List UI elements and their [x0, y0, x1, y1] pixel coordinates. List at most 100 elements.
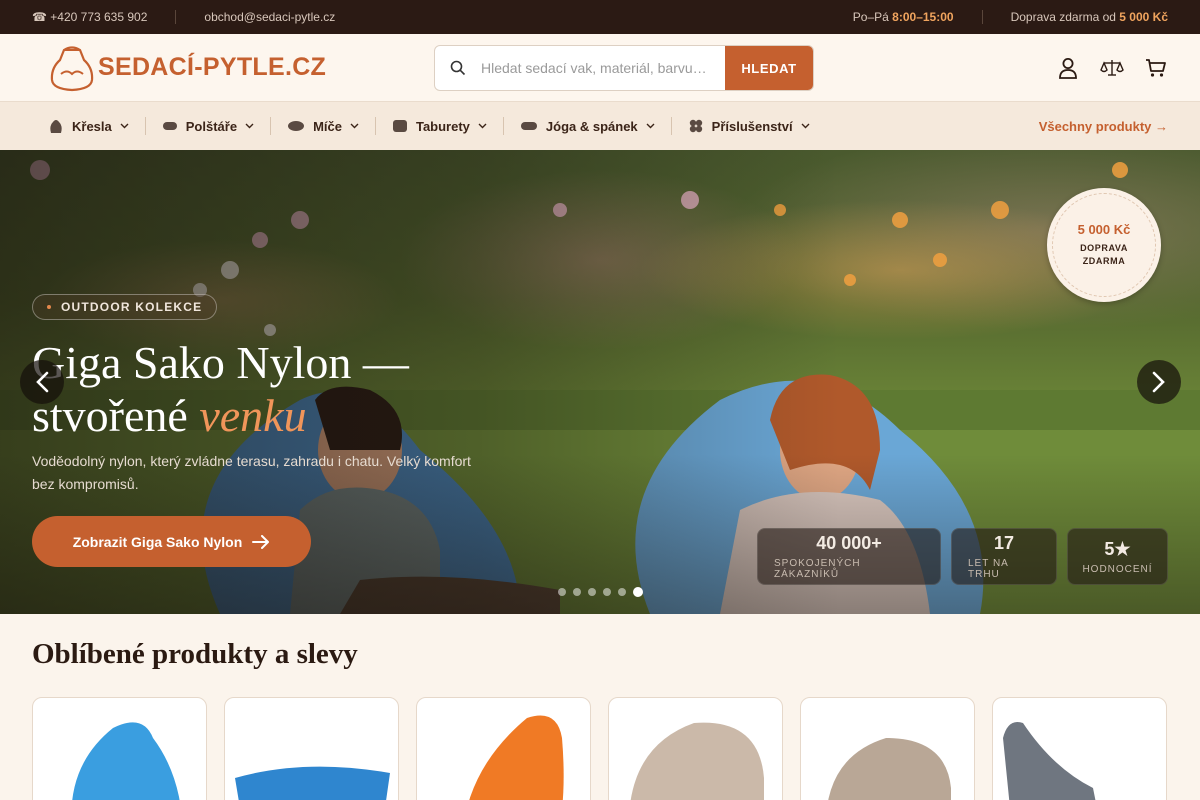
- hero-description: Voděodolný nylon, který zvládne terasu, …: [32, 453, 471, 492]
- shipping-label: Doprava zdarma od: [1010, 10, 1116, 24]
- divider: [374, 117, 376, 135]
- stat-customers: 40 000+ SPOKOJENÝCH ZÁKAZNÍKŮ: [757, 528, 941, 585]
- opening-hours: Po–Pá 8:00–15:00: [853, 10, 954, 24]
- product-image: [235, 766, 390, 800]
- product-card[interactable]: [992, 697, 1167, 800]
- slider-dot[interactable]: [618, 588, 626, 596]
- divider: [670, 117, 672, 135]
- slider-prev-button[interactable]: [20, 360, 64, 404]
- phone-link[interactable]: ☎ +420 773 635 902: [32, 10, 147, 24]
- product-image: [1003, 722, 1096, 800]
- compare-scale-icon[interactable]: [1100, 54, 1124, 82]
- divider: [175, 10, 177, 24]
- free-shipping-seal: 5 000 Kč DOPRAVA ZDARMA: [1047, 188, 1161, 302]
- nav-item-taburety[interactable]: Taburety: [392, 119, 487, 134]
- top-info-right: Po–Pá 8:00–15:00 Doprava zdarma od 5 000…: [853, 10, 1168, 24]
- seal-text-line2: ZDARMA: [1082, 256, 1126, 266]
- chevron-down-icon: [245, 123, 254, 129]
- arrow-right-icon: [252, 534, 270, 549]
- ball-icon: [287, 120, 305, 132]
- shipping-value: 5 000 Kč: [1119, 10, 1168, 24]
- product-card[interactable]: [32, 697, 207, 800]
- hours-value: 8:00–15:00: [892, 10, 954, 24]
- nav-label: Křesla: [72, 118, 112, 134]
- slider-dot[interactable]: [573, 588, 581, 596]
- user-icon[interactable]: [1056, 54, 1080, 82]
- chevron-left-icon: [36, 371, 49, 393]
- hero-title: Giga Sako Nylon — stvořené venku: [32, 336, 592, 442]
- email-link[interactable]: obchod@sedaci-pytle.cz: [204, 10, 335, 24]
- divider: [144, 117, 146, 135]
- stat-label: SPOKOJENÝCH ZÁKAZNÍKŮ: [774, 558, 861, 580]
- logo-text: SEDACÍ-PYTLE.CZ: [98, 53, 327, 81]
- nav-item-mice[interactable]: Míče: [287, 119, 359, 134]
- chevron-down-icon: [801, 123, 810, 129]
- all-products-link[interactable]: Všechny produkty →: [1039, 119, 1168, 134]
- search-icon: [435, 46, 481, 90]
- beanbag-logo-icon: [50, 45, 94, 91]
- slider-dot-active[interactable]: [633, 587, 643, 597]
- product-card[interactable]: [608, 697, 783, 800]
- chevron-down-icon: [120, 123, 129, 129]
- nav-item-joga-spanek[interactable]: Jóga & spánek: [520, 119, 655, 134]
- yoga-mat-icon: [520, 121, 538, 131]
- product-image: [72, 722, 180, 800]
- seal-price: 5 000 Kč: [1077, 222, 1131, 237]
- seal-text: DOPRAVA ZDARMA: [1080, 242, 1128, 268]
- stat-value: 5★: [1104, 538, 1131, 559]
- slider-dot[interactable]: [558, 588, 566, 596]
- hero-stats: 40 000+ SPOKOJENÝCH ZÁKAZNÍKŮ 17 LET NA …: [757, 528, 1168, 585]
- product-card[interactable]: [800, 697, 975, 800]
- site-header: SEDACÍ-PYTLE.CZ HLEDAT: [0, 34, 1200, 102]
- chevron-down-icon: [646, 123, 655, 129]
- cta-label: Zobrazit Giga Sako Nylon: [72, 533, 243, 550]
- nav-item-prislusenstvi[interactable]: Příslušenství: [688, 118, 810, 134]
- chevron-down-icon: [350, 123, 359, 129]
- chevron-down-icon: [478, 123, 487, 129]
- accessory-icon: [688, 118, 704, 134]
- search-input[interactable]: [481, 46, 725, 90]
- nav-label: Jóga & spánek: [545, 118, 638, 134]
- search-button[interactable]: HLEDAT: [725, 46, 813, 90]
- product-card[interactable]: [416, 697, 591, 800]
- hero-title-emphasis: venku: [199, 390, 307, 441]
- slider-pagination: [558, 587, 643, 597]
- nav-label: Míče: [313, 118, 342, 134]
- slider-next-button[interactable]: [1137, 360, 1181, 404]
- slider-dot[interactable]: [588, 588, 596, 596]
- product-card[interactable]: [224, 697, 399, 800]
- pillow-icon: [162, 121, 178, 131]
- product-image: [630, 722, 764, 800]
- stat-label: HODNOCENÍ: [1082, 563, 1153, 575]
- hero-slider: OUTDOOR KOLEKCE Giga Sako Nylon — stvoře…: [0, 150, 1200, 614]
- hero-cta-button[interactable]: Zobrazit Giga Sako Nylon: [32, 516, 311, 567]
- cart-icon[interactable]: [1144, 54, 1168, 82]
- nav-label: Taburety: [415, 118, 470, 134]
- search-box: HLEDAT: [434, 45, 814, 91]
- badge-label: OUTDOOR KOLEKCE: [61, 300, 203, 314]
- logo[interactable]: SEDACÍ-PYTLE.CZ: [50, 44, 326, 92]
- free-shipping-note: Doprava zdarma od 5 000 Kč: [1011, 10, 1168, 24]
- divider: [502, 117, 504, 135]
- seal-text-line1: DOPRAVA: [1080, 243, 1128, 253]
- armchair-icon: [48, 118, 64, 134]
- product-cards: [32, 697, 1167, 800]
- stat-value: 17: [993, 533, 1015, 553]
- stat-rating: 5★ HODNOCENÍ: [1067, 528, 1168, 585]
- stool-icon: [392, 119, 408, 133]
- collection-badge: OUTDOOR KOLEKCE: [32, 294, 218, 320]
- slider-dot[interactable]: [603, 588, 611, 596]
- product-image: [469, 715, 564, 800]
- divider: [270, 117, 272, 135]
- hero-title-line1: Giga Sako Nylon —: [32, 337, 409, 388]
- nav-item-polstare[interactable]: Polštáře: [162, 119, 254, 134]
- stat-years: 17 LET NA TRHU: [951, 528, 1057, 585]
- divider: [981, 10, 983, 24]
- category-nav: Křesla Polštáře Míče Taburety Jóga & spá…: [0, 102, 1200, 150]
- nav-label: Polštáře: [185, 118, 238, 134]
- top-info-bar: ☎ +420 773 635 902 obchod@sedaci-pytle.c…: [0, 0, 1200, 34]
- badge-dot: [47, 305, 51, 309]
- header-actions: [1056, 54, 1168, 82]
- stat-value: 40 000+: [816, 533, 882, 553]
- nav-item-kresla[interactable]: Křesla: [48, 118, 129, 134]
